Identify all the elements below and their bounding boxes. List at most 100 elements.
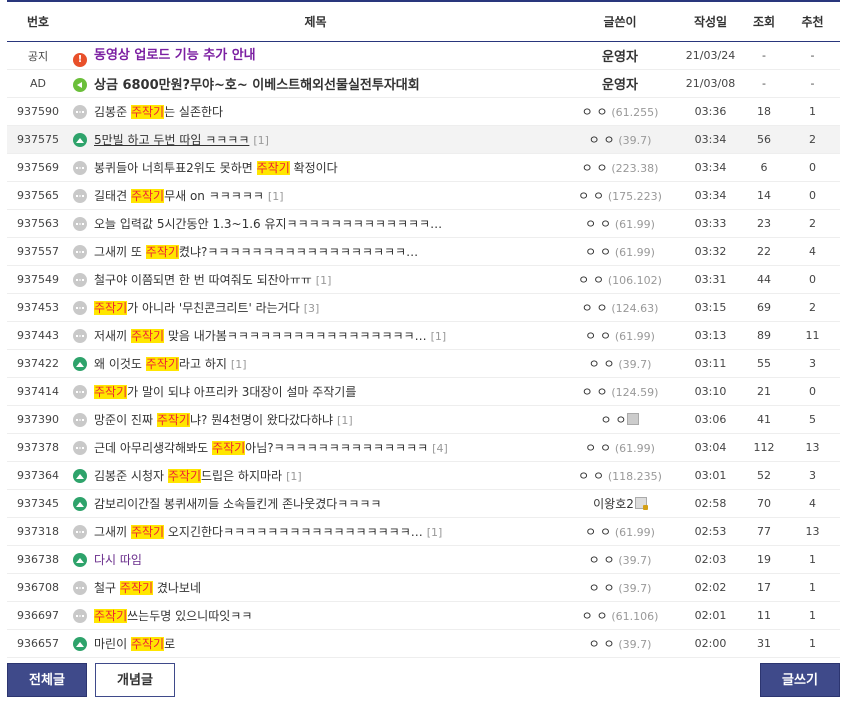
- post-writer[interactable]: ㅇ ㅇ (106.102): [562, 265, 678, 294]
- post-writer[interactable]: ㅇ ㅇ (118.235): [562, 461, 678, 490]
- table-row[interactable]: 936697 주작기쓰는두명 있으니따잇ㅋㅋㅇ ㅇ (61.106) 02:01 11…: [7, 601, 840, 630]
- writer-name[interactable]: ㅇ ㅇ: [582, 105, 608, 119]
- post-title[interactable]: 근데 아무리생각해봐도 주작기아님?ㅋㅋㅋㅋㅋㅋㅋㅋㅋㅋㅋㅋㅋㅋ: [94, 441, 428, 455]
- post-subject[interactable]: 저새끼 주작기 맞음 내가봄ㅋㅋㅋㅋㅋㅋㅋㅋㅋㅋㅋㅋㅋㅋㅋㅋㅋ… [1]: [69, 321, 562, 350]
- post-title[interactable]: 김봉준 시청자 주작기드립은 하지마라: [94, 469, 282, 483]
- table-row[interactable]: 937318 그새끼 주작기 오지긴한다ㅋㅋㅋㅋㅋㅋㅋㅋㅋㅋㅋㅋㅋㅋㅋㅋㅋ… [1]…: [7, 517, 840, 546]
- table-row[interactable]: 937422 왜 이것도 주작기라고 하지 [1] ㅇ ㅇ (39.7) 03:11 55…: [7, 349, 840, 378]
- post-title[interactable]: 저새끼 주작기 맞음 내가봄ㅋㅋㅋㅋㅋㅋㅋㅋㅋㅋㅋㅋㅋㅋㅋㅋㅋ…: [94, 329, 427, 343]
- table-row[interactable]: 937378 근데 아무리생각해봐도 주작기아님?ㅋㅋㅋㅋㅋㅋㅋㅋㅋㅋㅋㅋㅋㅋ [4…: [7, 433, 840, 462]
- table-row[interactable]: 937414 주작기가 말이 되냐 아프리카 3대장이 설마 주작기를 ㅇ ㅇ (1…: [7, 377, 840, 406]
- table-row[interactable]: 937549 철구야 이쯤되면 한 번 따여줘도 되잔아ㅠㅠ [1] ㅇ ㅇ (106…: [7, 265, 840, 294]
- notice-subject[interactable]: ! 동영상 업로드 기능 추가 안내: [69, 41, 562, 70]
- post-title[interactable]: 주작기쓰는두명 있으니따잇ㅋㅋ: [94, 609, 252, 623]
- post-writer[interactable]: ㅇ ㅇ (61.99): [562, 237, 678, 266]
- reply-count[interactable]: [3]: [304, 302, 320, 315]
- post-title[interactable]: 주작기가 아니라 '무친콘크리트' 라는거다: [94, 301, 300, 315]
- reply-count[interactable]: [1]: [231, 358, 247, 371]
- table-row[interactable]: 937575 5만빌 하고 두번 따임 ㅋㅋㅋㅋ [1] ㅇ ㅇ (39.7) 03:3…: [7, 125, 840, 154]
- writer-name[interactable]: ㅇ ㅇ: [589, 637, 615, 651]
- writer-name[interactable]: ㅇ ㅇ: [578, 273, 604, 287]
- table-row[interactable]: 936657 마린이 주작기로 ㅇ ㅇ (39.7) 02:00 31 1: [7, 629, 840, 658]
- post-subject[interactable]: 주작기쓰는두명 있으니따잇ㅋㅋ: [69, 601, 562, 630]
- table-row[interactable]: 936738 다시 따임 ㅇ ㅇ (39.7) 02:03 19 1: [7, 545, 840, 574]
- reply-count[interactable]: [1]: [268, 190, 284, 203]
- post-subject[interactable]: 망준이 진짜 주작기냐? 뭔4천명이 왔다갔다하냐 [1]: [69, 405, 562, 434]
- post-title[interactable]: 철구야 이쯤되면 한 번 따여줘도 되잔아ㅠㅠ: [94, 273, 312, 287]
- table-row[interactable]: 937453 주작기가 아니라 '무친콘크리트' 라는거다 [3] ㅇ ㅇ (124.…: [7, 293, 840, 322]
- post-writer[interactable]: ㅇ ㅇ (39.7): [562, 125, 678, 154]
- writer-name[interactable]: ㅇ ㅇ: [585, 217, 611, 231]
- notice-writer[interactable]: 운영자: [562, 41, 678, 70]
- reply-count[interactable]: [1]: [286, 470, 302, 483]
- post-writer[interactable]: ㅇ ㅇ (61.255): [562, 97, 678, 126]
- post-writer[interactable]: ㅇ ㅇ (124.63): [562, 293, 678, 322]
- post-writer[interactable]: ㅇ ㅇ (61.99): [562, 433, 678, 462]
- reply-count[interactable]: [1]: [253, 134, 269, 147]
- post-title[interactable]: 왜 이것도 주작기라고 하지: [94, 357, 227, 371]
- table-row[interactable]: 937557 그새끼 또 주작기켰냐?ㅋㅋㅋㅋㅋㅋㅋㅋㅋㅋㅋㅋㅋㅋㅋㅋㅋㅋ… ㅇ ㅇ…: [7, 237, 840, 266]
- post-title[interactable]: 오늘 입력값 5시간동안 1.3~1.6 유지ㅋㅋㅋㅋㅋㅋㅋㅋㅋㅋㅋㅋㅋ…: [94, 217, 442, 231]
- writer-name[interactable]: ㅇ ㅇ: [589, 133, 615, 147]
- notice-row[interactable]: 공지 ! 동영상 업로드 기능 추가 안내 운영자 21/03/24 - -: [7, 41, 840, 70]
- post-title[interactable]: 그새끼 주작기 오지긴한다ㅋㅋㅋㅋㅋㅋㅋㅋㅋㅋㅋㅋㅋㅋㅋㅋㅋ…: [94, 525, 423, 539]
- post-writer[interactable]: ㅇ ㅇ (61.99): [562, 517, 678, 546]
- post-subject[interactable]: 김봉준 주작기는 실존한다: [69, 97, 562, 126]
- all-posts-button[interactable]: 전체글: [7, 663, 87, 697]
- post-subject[interactable]: 봉퀴들아 너희투표2위도 못하면 주작기 확정이다: [69, 153, 562, 182]
- post-writer[interactable]: ㅇ ㅇ (39.7): [562, 573, 678, 602]
- table-row[interactable]: 937390 망준이 진짜 주작기냐? 뭔4천명이 왔다갔다하냐 [1] ㅇ ㅇ 03:…: [7, 405, 840, 434]
- writer-name[interactable]: ㅇ ㅇ: [582, 301, 608, 315]
- post-subject[interactable]: 그새끼 또 주작기켰냐?ㅋㅋㅋㅋㅋㅋㅋㅋㅋㅋㅋㅋㅋㅋㅋㅋㅋㅋ…: [69, 237, 562, 266]
- post-writer[interactable]: ㅇ ㅇ (61.106): [562, 601, 678, 630]
- post-title[interactable]: 망준이 진짜 주작기냐? 뭔4천명이 왔다갔다하냐: [94, 413, 333, 427]
- post-writer[interactable]: ㅇ ㅇ (61.99): [562, 209, 678, 238]
- table-row[interactable]: 937345 감보리이간질 봉퀴새끼들 소속들킨게 존나웃겼다ㅋㅋㅋㅋ 이왕호2 02…: [7, 489, 840, 518]
- post-title[interactable]: 감보리이간질 봉퀴새끼들 소속들킨게 존나웃겼다ㅋㅋㅋㅋ: [94, 497, 381, 511]
- writer-name[interactable]: ㅇ ㅇ: [601, 413, 627, 427]
- table-row[interactable]: 937443 저새끼 주작기 맞음 내가봄ㅋㅋㅋㅋㅋㅋㅋㅋㅋㅋㅋㅋㅋㅋㅋㅋㅋ… [1…: [7, 321, 840, 350]
- writer-name[interactable]: ㅇ ㅇ: [578, 189, 604, 203]
- writer-name[interactable]: ㅇ ㅇ: [585, 441, 611, 455]
- reply-count[interactable]: [1]: [316, 274, 332, 287]
- post-subject[interactable]: 그새끼 주작기 오지긴한다ㅋㅋㅋㅋㅋㅋㅋㅋㅋㅋㅋㅋㅋㅋㅋㅋㅋ… [1]: [69, 517, 562, 546]
- table-row[interactable]: 937590 김봉준 주작기는 실존한다 ㅇ ㅇ (61.255) 03:36 18 1: [7, 97, 840, 126]
- writer-name[interactable]: ㅇ ㅇ: [582, 609, 608, 623]
- reply-count[interactable]: [1]: [337, 414, 353, 427]
- writer-name[interactable]: ㅇ ㅇ: [582, 161, 608, 175]
- post-title[interactable]: 철구 주작기 겼나보네: [94, 581, 201, 595]
- post-writer[interactable]: ㅇ ㅇ (39.7): [562, 629, 678, 658]
- post-writer[interactable]: ㅇ ㅇ (39.7): [562, 349, 678, 378]
- writer-name[interactable]: ㅇ ㅇ: [589, 357, 615, 371]
- concept-posts-button[interactable]: 개념글: [95, 663, 175, 697]
- reply-count[interactable]: [1]: [427, 526, 443, 539]
- post-subject[interactable]: 다시 따임: [69, 545, 562, 574]
- write-post-button[interactable]: 글쓰기: [760, 663, 840, 697]
- writer-name[interactable]: ㅇ ㅇ: [585, 329, 611, 343]
- post-title[interactable]: 길태견 주작기무새 on ㅋㅋㅋㅋㅋ: [94, 189, 264, 203]
- table-row[interactable]: 937569 봉퀴들아 너희투표2위도 못하면 주작기 확정이다 ㅇ ㅇ (223.…: [7, 153, 840, 182]
- writer-name[interactable]: ㅇ ㅇ: [585, 245, 611, 259]
- post-subject[interactable]: 길태견 주작기무새 on ㅋㅋㅋㅋㅋ [1]: [69, 181, 562, 210]
- writer-name[interactable]: ㅇ ㅇ: [589, 581, 615, 595]
- post-subject[interactable]: 마린이 주작기로: [69, 629, 562, 658]
- writer-name[interactable]: ㅇ ㅇ: [585, 525, 611, 539]
- post-writer[interactable]: ㅇ ㅇ (223.38): [562, 153, 678, 182]
- post-writer[interactable]: ㅇ ㅇ (61.99): [562, 321, 678, 350]
- post-subject[interactable]: 주작기가 아니라 '무친콘크리트' 라는거다 [3]: [69, 293, 562, 322]
- table-row[interactable]: 937565 길태견 주작기무새 on ㅋㅋㅋㅋㅋ [1] ㅇ ㅇ (175.223)…: [7, 181, 840, 210]
- notice-title[interactable]: 동영상 업로드 기능 추가 안내: [94, 48, 256, 63]
- post-writer[interactable]: 이왕호2: [562, 489, 678, 518]
- post-writer[interactable]: ㅇ ㅇ (175.223): [562, 181, 678, 210]
- ad-writer[interactable]: 운영자: [562, 69, 678, 98]
- post-subject[interactable]: 김봉준 시청자 주작기드립은 하지마라 [1]: [69, 461, 562, 490]
- post-subject[interactable]: 왜 이것도 주작기라고 하지 [1]: [69, 349, 562, 378]
- table-row[interactable]: 936708 철구 주작기 겼나보네 ㅇ ㅇ (39.7) 02:02 17 1: [7, 573, 840, 602]
- post-title[interactable]: 김봉준 주작기는 실존한다: [94, 105, 223, 119]
- post-subject[interactable]: 근데 아무리생각해봐도 주작기아님?ㅋㅋㅋㅋㅋㅋㅋㅋㅋㅋㅋㅋㅋㅋ [4]: [69, 433, 562, 462]
- post-subject[interactable]: 오늘 입력값 5시간동안 1.3~1.6 유지ㅋㅋㅋㅋㅋㅋㅋㅋㅋㅋㅋㅋㅋ…: [69, 209, 562, 238]
- post-subject[interactable]: 철구 주작기 겼나보네: [69, 573, 562, 602]
- writer-name[interactable]: 이왕호2: [593, 497, 634, 511]
- table-row[interactable]: 937563 오늘 입력값 5시간동안 1.3~1.6 유지ㅋㅋㅋㅋㅋㅋㅋㅋㅋㅋㅋ…: [7, 209, 840, 238]
- reply-count[interactable]: [4]: [432, 442, 448, 455]
